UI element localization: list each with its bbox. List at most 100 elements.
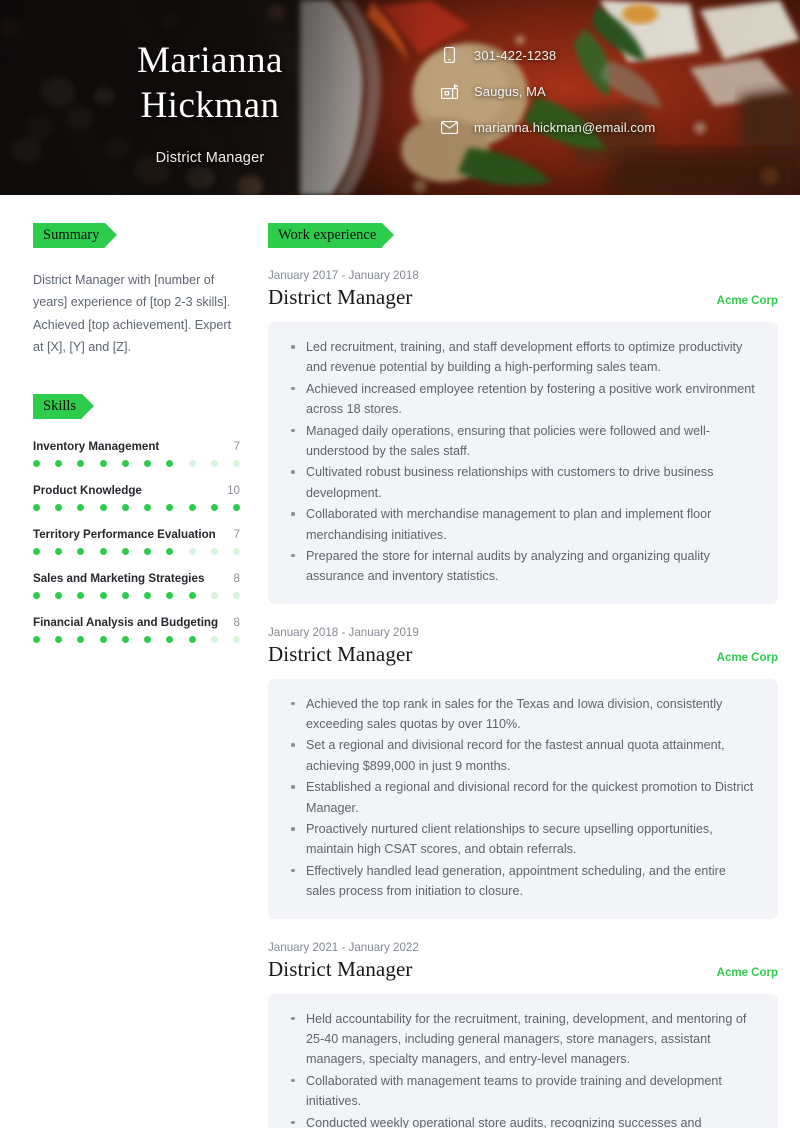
contact-phone-value: 301-422-1238 [474,47,557,63]
candidate-name-line1: Marianna [137,40,283,81]
candidate-name-line2: Hickman [140,85,280,127]
contact-location: Saugus, MA [438,82,800,100]
job-company: Acme Corp [716,651,778,664]
skill-dot-empty [232,547,240,555]
skill-dot-filled [99,459,107,467]
skill-score: 7 [233,527,240,541]
job-role: District Manager [268,641,413,666]
job-bullet: Held accountability for the recruitment,… [288,1009,758,1070]
contact-location-value: Saugus, MA [474,83,546,99]
skill-dot-filled [144,591,152,599]
contact-email: marianna.hickman@email.com [438,118,800,136]
skill-rating-dots [33,459,240,467]
resume-page: Marianna Hickman District Manager 301-42… [0,0,800,1128]
email-icon [438,118,460,136]
skill-score: 8 [233,571,240,585]
contact-email-value: marianna.hickman@email.com [474,119,656,135]
skill-dot-filled [77,591,85,599]
skill-dot-empty [232,591,240,599]
skill-dot-filled [144,503,152,511]
job-date-range: January 2018 - January 2019 [268,625,419,639]
location-icon [438,82,460,100]
skill-name: Financial Analysis and Budgeting [33,615,219,629]
summary-text: District Manager with [number of years] … [33,273,232,355]
job-title-row: District Manager Acme Corp [268,642,778,667]
candidate-name: Marianna Hickman [0,38,420,128]
job-bullet: Established a regional and divisional re… [288,777,758,818]
skill-item: Financial Analysis and Budgeting 8 [33,616,240,643]
skill-dot-filled [166,547,174,555]
skill-dot-filled [99,591,107,599]
skill-dot-filled [121,635,129,643]
main-content: Work experience January 2017 - January 2… [268,195,800,1128]
skill-dot-filled [99,503,107,511]
skill-dot-filled [166,591,174,599]
skill-dot-filled [77,459,85,467]
job-details-card: Held accountability for the recruitment,… [268,993,778,1128]
skill-dot-filled [166,503,174,511]
job-role: District Manager [268,956,413,981]
job-bullet: Collaborated with management teams to pr… [288,1071,758,1112]
skill-dot-empty [188,459,196,467]
skill-item: Product Knowledge 10 [33,484,240,511]
summary-heading-label: Summary [43,227,100,243]
work-experience-section-heading: Work experience [268,223,395,248]
job-bullet-list: Achieved the top rank in sales for the T… [288,694,758,902]
work-experience-item: January 2017 - January 2018 District Mana… [268,269,778,604]
skill-header: Product Knowledge 10 [33,484,240,497]
job-bullet: Set a regional and divisional record for… [288,735,758,776]
job-bullet: Achieved increased employee retention by… [288,379,758,420]
skill-dot-filled [188,635,196,643]
skill-dot-filled [210,503,218,511]
skill-header: Inventory Management 7 [33,440,240,453]
skill-dot-filled [33,635,40,643]
skill-dot-empty [210,635,218,643]
job-company: Acme Corp [716,966,778,979]
job-bullet: Managed daily operations, ensuring that … [288,421,758,462]
skill-dot-filled [232,503,240,511]
skill-rating-dots [33,503,240,511]
skill-name: Product Knowledge [33,483,142,497]
skill-dot-filled [144,547,152,555]
skill-dot-filled [33,547,40,555]
job-role: District Manager [268,285,413,309]
skill-dot-filled [55,547,63,555]
skill-dot-filled [99,547,107,555]
summary-section-heading: Summary [33,223,118,248]
skill-header: Financial Analysis and Budgeting 8 [33,616,240,629]
skill-dot-empty [210,459,218,467]
skill-rating-dots [33,635,240,643]
job-date-range: January 2021 - January 2022 [268,940,419,954]
job-details-card: Led recruitment, training, and staff dev… [268,322,778,604]
job-bullet: Prepared the store for internal audits b… [288,546,758,587]
skill-dot-filled [121,547,129,555]
job-bullet: Effectively handled lead generation, app… [288,861,758,902]
work-experience-list: January 2017 - January 2018 District Mana… [268,269,778,1128]
resume-header: Marianna Hickman District Manager 301-42… [0,0,800,195]
skill-dot-filled [33,503,40,511]
skill-header: Territory Performance Evaluation 7 [33,528,240,541]
candidate-job-title: District Manager [155,150,265,167]
skill-dot-filled [77,503,85,511]
skill-dot-empty [232,635,240,643]
skill-dot-filled [166,635,174,643]
skill-item: Sales and Marketing Strategies 8 [33,572,240,599]
job-date-range: January 2017 - January 2018 [268,269,419,282]
job-bullet: Collaborated with merchandise management… [288,504,758,545]
skill-score: 7 [233,439,240,453]
job-title-row: District Manager Acme Corp [268,957,778,982]
skill-rating-dots [33,547,240,555]
job-bullet: Cultivated robust business relationships… [288,462,758,503]
job-title-row: District Manager Acme Corp [268,285,778,310]
skill-dot-filled [99,635,107,643]
skills-section: Skills Inventory Management 7 Product Know… [33,393,240,643]
skills-section-heading: Skills [33,393,95,419]
skill-dot-filled [144,635,152,643]
skill-name: Territory Performance Evaluation [33,527,216,541]
skill-dot-filled [121,503,129,511]
skill-dot-filled [33,459,40,467]
skill-dot-filled [121,459,129,467]
skills-list: Inventory Management 7 Product Knowledge 10… [33,440,240,643]
job-bullet-list: Held accountability for the recruitment,… [288,1009,758,1128]
skill-name: Sales and Marketing Strategies [33,571,205,585]
